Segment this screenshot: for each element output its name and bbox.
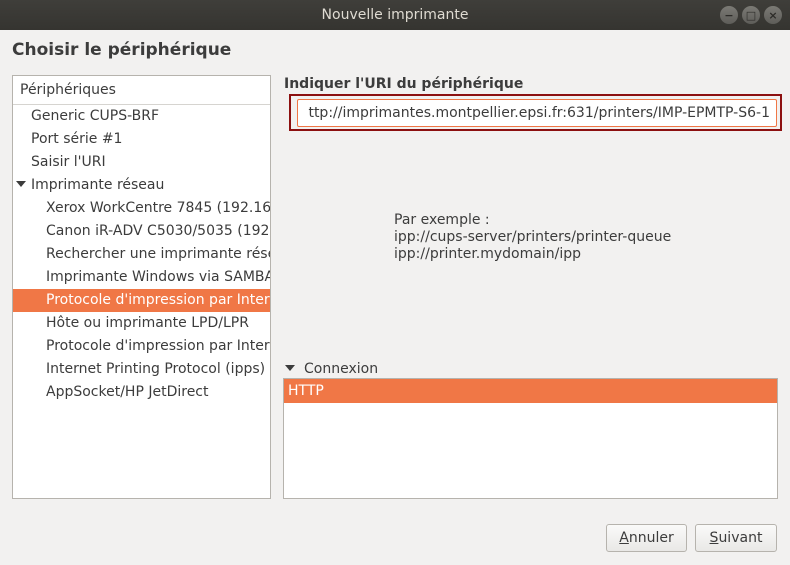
device-list-item[interactable]: Saisir l'URI — [13, 151, 270, 174]
expander-arrow-icon — [285, 365, 295, 371]
device-list-item[interactable]: Port série #1 — [13, 128, 270, 151]
device-list-item[interactable]: Protocole d'impression par Interr — [13, 335, 270, 358]
title-bar: Nouvelle imprimante − □ × — [0, 0, 790, 30]
window-controls: − □ × — [720, 6, 782, 24]
device-list[interactable]: Périphériques Generic CUPS-BRF Port série… — [12, 75, 271, 499]
connection-expander[interactable]: Connexion — [285, 361, 378, 378]
device-list-item-label: Generic CUPS-BRF — [31, 108, 160, 124]
example-line-2: ipp://printer.mydomain/ipp — [394, 246, 581, 262]
device-list-item-label: Imprimante Windows via SAMBA — [46, 269, 270, 285]
device-list-item-label: Canon iR-ADV C5030/5035 (192.16 — [46, 223, 270, 239]
next-label: uivant — [718, 530, 763, 546]
device-list-item[interactable]: Imprimante réseau — [13, 174, 270, 197]
cancel-button[interactable]: Annuler — [606, 524, 687, 552]
device-list-item-label: Imprimante réseau — [31, 177, 165, 193]
uri-label: Indiquer l'URI du périphérique — [284, 76, 524, 92]
device-list-item-label: Protocole d'impression par Interr — [46, 338, 270, 354]
example-title: Par exemple : — [394, 212, 490, 228]
page-title: Choisir le périphérique — [12, 40, 232, 60]
device-list-item-label: AppSocket/HP JetDirect — [46, 384, 209, 400]
connection-item-http[interactable]: HTTP — [284, 379, 777, 403]
minimize-icon[interactable]: − — [720, 6, 738, 24]
window-title: Nouvelle imprimante — [321, 7, 469, 23]
device-list-item[interactable]: Generic CUPS-BRF — [13, 105, 270, 128]
maximize-icon[interactable]: □ — [742, 6, 760, 24]
device-list-item[interactable]: AppSocket/HP JetDirect — [13, 381, 270, 404]
device-list-item[interactable]: Xerox WorkCentre 7845 (192.168. — [13, 197, 270, 220]
expander-arrow-icon[interactable] — [16, 181, 26, 187]
device-list-item-label: Protocole d'impression par Intern — [46, 292, 270, 308]
device-list-item-label: Internet Printing Protocol (ipps) — [46, 361, 266, 377]
device-list-item-label: Saisir l'URI — [31, 154, 106, 170]
device-list-item-label: Rechercher une imprimante résea — [46, 246, 270, 262]
connection-list[interactable]: HTTP — [283, 378, 778, 499]
device-list-items: Generic CUPS-BRF Port série #1 Saisir l'UR… — [13, 105, 270, 404]
device-list-item[interactable]: Internet Printing Protocol (ipps) — [13, 358, 270, 381]
uri-input[interactable]: ttp://imprimantes.montpellier.epsi.fr:63… — [297, 99, 777, 127]
device-list-item-label: Xerox WorkCentre 7845 (192.168. — [46, 200, 270, 216]
device-list-header[interactable]: Périphériques — [13, 76, 270, 105]
device-list-item[interactable]: Imprimante Windows via SAMBA — [13, 266, 270, 289]
device-list-item[interactable]: Rechercher une imprimante résea — [13, 243, 270, 266]
device-list-item-label: Hôte ou imprimante LPD/LPR — [46, 315, 249, 331]
connection-header: Connexion — [304, 361, 379, 377]
device-list-item[interactable]: Canon iR-ADV C5030/5035 (192.16 — [13, 220, 270, 243]
device-list-item-label: Port série #1 — [31, 131, 123, 147]
uri-example: Par exemple : ipp://cups-server/printers… — [394, 212, 671, 263]
close-icon[interactable]: × — [764, 6, 782, 24]
next-button[interactable]: Suivant — [695, 524, 777, 552]
example-line-1: ipp://cups-server/printers/printer-queue — [394, 229, 672, 245]
cancel-label: nnuler — [628, 530, 674, 546]
cancel-mnemonic: A — [619, 530, 629, 546]
device-list-item[interactable]: Hôte ou imprimante LPD/LPR — [13, 312, 270, 335]
device-list-item[interactable]: Protocole d'impression par Intern — [13, 289, 270, 312]
